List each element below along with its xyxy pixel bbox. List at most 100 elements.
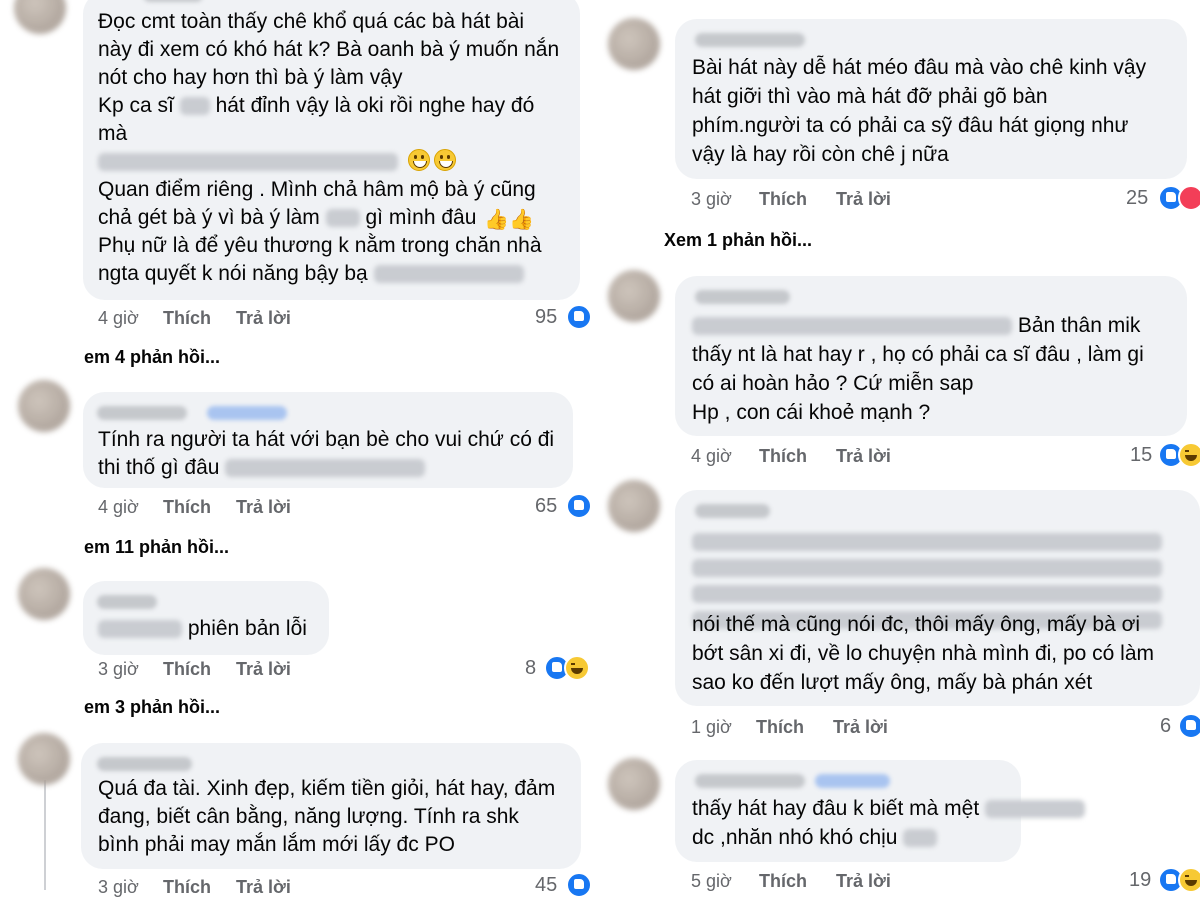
like-button[interactable]: Thích: [163, 308, 211, 329]
reply-button[interactable]: Trả lời: [833, 717, 888, 738]
author-name[interactable]: [695, 774, 805, 788]
view-replies-link[interactable]: em 4 phản hồi...: [84, 347, 220, 368]
comment-text: thi thố gì đâu: [98, 456, 220, 479]
comment-bubble: Bài hát này dễ hát méo đâu mà vào chê ki…: [675, 19, 1187, 179]
view-replies-link[interactable]: Xem 1 phản hồi...: [664, 230, 812, 251]
grinning-face-emoji: [433, 149, 456, 171]
like-button[interactable]: Thích: [759, 189, 807, 210]
avatar[interactable]: [608, 270, 660, 322]
reply-button[interactable]: Trả lời: [236, 308, 291, 329]
comment-actions: 5 giờ Thích Trả lời: [691, 871, 941, 893]
comment-bubble: Tính ra người ta hát với bạn bè cho vui …: [83, 392, 573, 488]
comment-line: nói thế mà cũng nói đc, thôi mấy ông, mấ…: [692, 613, 1141, 636]
reply-button[interactable]: Trả lời: [236, 877, 291, 898]
like-button[interactable]: Thích: [756, 717, 804, 738]
timestamp[interactable]: 4 giờ: [98, 308, 139, 329]
avatar[interactable]: [608, 18, 660, 70]
reaction-summary[interactable]: 19: [1120, 867, 1200, 893]
comment-bubble: thấy hát hay đâu k biết mà mệt dc ,nhăn …: [675, 760, 1086, 862]
comment-text: Kp ca sĩ: [98, 94, 174, 117]
author-name[interactable]: [97, 406, 187, 420]
comment-line: thi thố gì đâu: [98, 454, 426, 483]
comment-line: phiên bản lỗi: [98, 615, 307, 644]
timestamp[interactable]: 1 giờ: [691, 717, 732, 738]
reaction-count: 45: [535, 874, 558, 896]
like-button[interactable]: Thích: [163, 659, 211, 680]
comment-text: dc ,nhăn nhó khó chịu: [692, 826, 898, 849]
timestamp[interactable]: 5 giờ: [691, 871, 732, 892]
avatar[interactable]: [18, 733, 70, 785]
reaction-count: 65: [535, 495, 558, 517]
like-button[interactable]: Thích: [163, 877, 211, 898]
comment-line: [98, 148, 456, 177]
comment-line: Quan điểm riêng . Mình chả hâm mộ bà ý c…: [98, 178, 536, 201]
reaction-summary[interactable]: 65: [520, 493, 592, 519]
reaction-summary[interactable]: 25: [1120, 185, 1200, 211]
avatar[interactable]: [608, 480, 660, 532]
timestamp[interactable]: 4 giờ: [691, 446, 732, 467]
author-name[interactable]: [97, 757, 192, 771]
comment-text: ngta quyết k nói năng bậy bạ: [98, 262, 368, 285]
comment-text: chả gét bà ý vì bà ý làm: [98, 206, 320, 229]
reply-button[interactable]: Trả lời: [236, 497, 291, 518]
reaction-summary[interactable]: 6: [1140, 713, 1200, 739]
reply-button[interactable]: Trả lời: [836, 871, 891, 892]
comment-line: dc ,nhăn nhó khó chịu: [692, 824, 938, 853]
blurred-text: [692, 559, 1162, 578]
comment-line: bớt sân xi đi, về lo chuyện nhà mình đi,…: [692, 642, 1155, 665]
comment-actions: 1 giờ Thích Trả lời: [691, 717, 941, 739]
comment-text: hát đỉnh vậy là oki rồi nghe hay đó: [215, 94, 535, 117]
comment-line: thấy hát hay đâu k biết mà mệt: [692, 795, 1086, 824]
like-reaction-icon: [566, 304, 592, 330]
view-replies-link[interactable]: em 3 phản hồi...: [84, 697, 220, 718]
reply-button[interactable]: Trả lời: [236, 659, 291, 680]
like-button[interactable]: Thích: [163, 497, 211, 518]
blurred-text: [903, 829, 938, 848]
reaction-count: 6: [1160, 715, 1172, 737]
comment-line: vậy là hay rồi còn chê j nữa: [692, 143, 949, 166]
comment-line: hát giỡi thì vào mà hát đỡ phải gõ bàn: [692, 85, 1048, 108]
view-replies-link[interactable]: em 11 phản hồi...: [84, 537, 229, 558]
reaction-summary[interactable]: 8: [500, 655, 590, 681]
like-reaction-icon: [566, 872, 592, 898]
comment-line: nót cho hay hơn thì bà ý làm vậy: [98, 66, 403, 89]
blurred-text: [692, 585, 1162, 604]
author-name[interactable]: [97, 595, 157, 609]
author-name[interactable]: [143, 0, 203, 2]
thread-line: [44, 780, 46, 890]
blurred-text: [98, 153, 398, 172]
comment-line: Hp , con cái khoẻ mạnh ?: [692, 401, 931, 424]
haha-reaction-icon: [1178, 442, 1200, 468]
reaction-summary[interactable]: 45: [520, 872, 592, 898]
timestamp[interactable]: 3 giờ: [691, 189, 732, 210]
comment-bubble: Bản thân mik thấy nt là hat hay r , họ c…: [675, 276, 1187, 436]
comment-text: phiên bản lỗi: [187, 617, 307, 640]
reply-button[interactable]: Trả lời: [836, 189, 891, 210]
reaction-summary[interactable]: 15: [1120, 442, 1200, 468]
like-button[interactable]: Thích: [759, 446, 807, 467]
reply-button[interactable]: Trả lời: [836, 446, 891, 467]
reaction-summary[interactable]: 95: [520, 304, 592, 330]
grinning-face-emoji: [407, 149, 430, 171]
blurred-text: [985, 800, 1086, 819]
reaction-count: 15: [1130, 444, 1153, 466]
avatar[interactable]: [14, 0, 66, 34]
timestamp[interactable]: 3 giờ: [98, 659, 139, 680]
avatar[interactable]: [18, 568, 70, 620]
author-badge: [207, 406, 287, 420]
avatar[interactable]: [608, 758, 660, 810]
comment-actions: 3 giờ Thích Trả lời: [98, 877, 348, 899]
author-name[interactable]: [695, 33, 805, 47]
comment-line: Kp ca sĩ hát đỉnh vậy là oki rồi nghe ha…: [98, 92, 534, 121]
comment-actions: 4 giờ Thích Trả lời: [98, 497, 348, 519]
timestamp[interactable]: 4 giờ: [98, 497, 139, 518]
like-button[interactable]: Thích: [759, 871, 807, 892]
thumbs-up-emoji: 👍👍: [484, 209, 535, 231]
avatar[interactable]: [18, 380, 70, 432]
blurred-text: [692, 317, 1012, 336]
author-name[interactable]: [695, 504, 770, 518]
author-name[interactable]: [695, 290, 790, 304]
reaction-count: 19: [1129, 869, 1152, 891]
haha-reaction-icon: [1178, 867, 1200, 893]
timestamp[interactable]: 3 giờ: [98, 877, 139, 898]
